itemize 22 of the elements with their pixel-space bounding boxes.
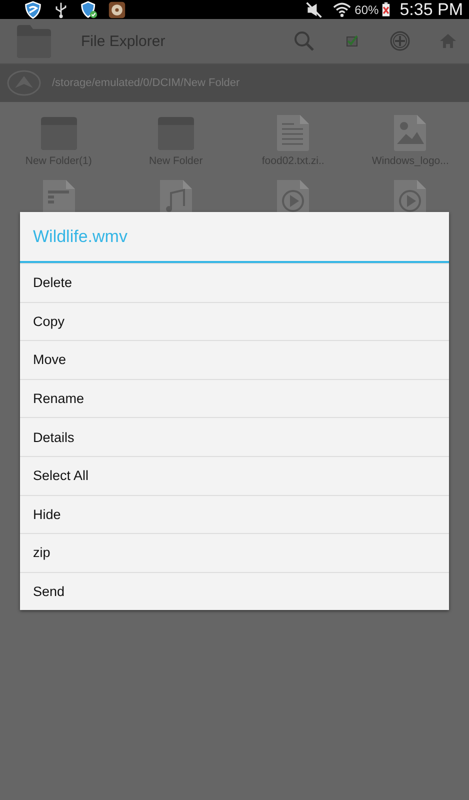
menu-item[interactable]: Hide <box>20 494 449 534</box>
folder-icon[interactable] <box>156 114 195 152</box>
folder-icon[interactable] <box>40 114 78 152</box>
menu-item[interactable]: zip <box>20 533 449 572</box>
shield-icon <box>24 0 42 18</box>
app-icon <box>108 0 126 18</box>
mute-icon <box>304 0 323 18</box>
menu-item[interactable]: Copy <box>20 302 449 340</box>
menu-item[interactable]: Move <box>20 340 449 379</box>
battery-percent: 60% <box>354 2 379 16</box>
menu-item[interactable]: Details <box>20 417 449 456</box>
clock: 5:35 PM <box>400 0 463 20</box>
add-icon[interactable] <box>389 30 411 52</box>
menu-item[interactable]: Send <box>20 572 449 610</box>
menu-item[interactable]: Delete <box>20 263 449 302</box>
battery-icon <box>382 2 390 17</box>
menu-item[interactable]: Rename <box>20 378 449 418</box>
wifi-icon <box>332 0 351 18</box>
menu-item[interactable]: Select All <box>20 456 449 495</box>
dialog-title: Wildlife.wmv <box>20 212 449 263</box>
shield-check-icon <box>80 0 98 18</box>
search-icon[interactable] <box>293 30 315 52</box>
